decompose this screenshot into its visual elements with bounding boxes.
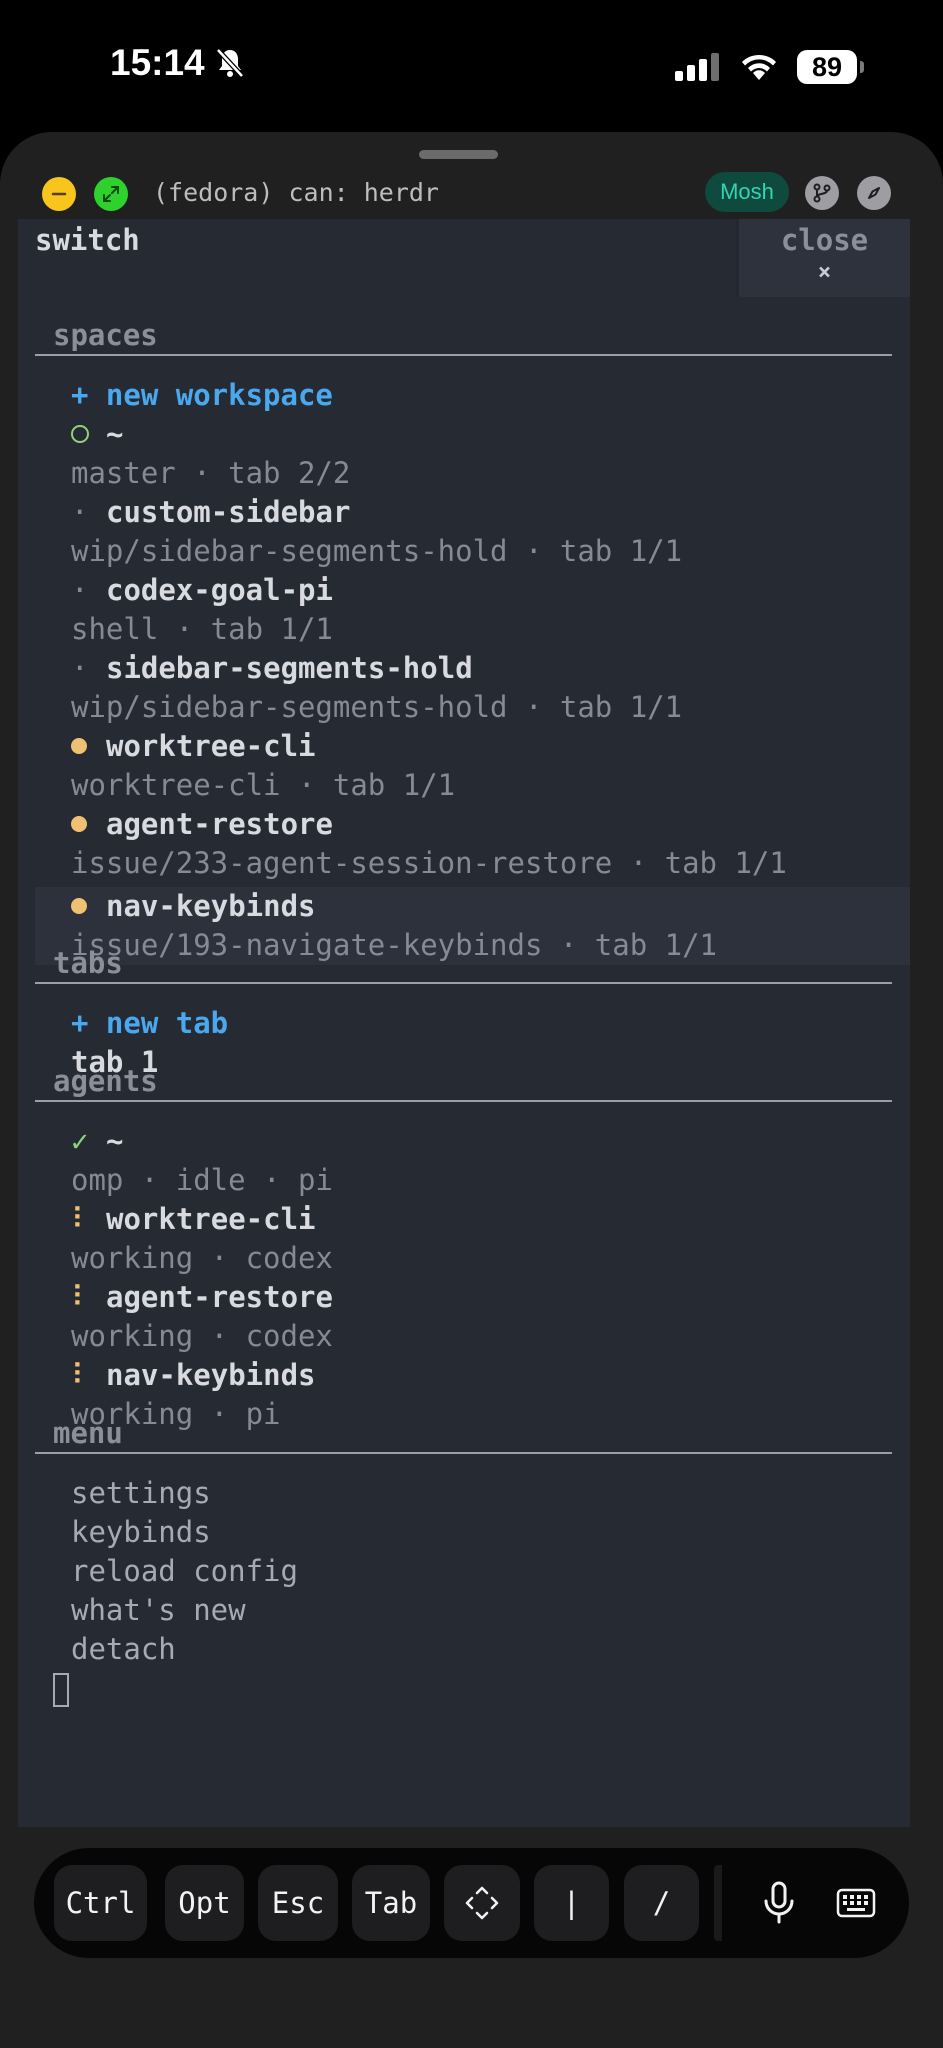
workspace-name: ~ (106, 417, 124, 451)
workspace-item-selected[interactable]: nav-keybinds (36, 887, 910, 926)
close-label: close (780, 223, 869, 257)
agent-item[interactable]: ✓ ~ (36, 1122, 910, 1161)
bell-muted-icon (215, 48, 244, 78)
workspace-name: worktree-cli (106, 729, 316, 763)
workspace-item[interactable]: · codex-goal-pi (36, 571, 910, 610)
agent-detail: working · codex (71, 1241, 333, 1275)
workspace-status-dot-icon: · (71, 651, 89, 685)
new-workspace-button[interactable]: + new workspace (36, 376, 910, 415)
esc-key[interactable]: Esc (258, 1865, 338, 1941)
workspace-item[interactable]: · sidebar-segments-hold (36, 649, 910, 688)
workspace-busy-dot-icon (71, 816, 87, 832)
menu-item-settings[interactable]: settings (36, 1474, 910, 1513)
keyboard-button[interactable] (826, 1873, 886, 1933)
workspace-busy-dot-icon (71, 898, 87, 914)
terminal-view[interactable]: switch close × spaces + new workspace ~ … (18, 219, 910, 1827)
arrows-dpad-icon (465, 1886, 499, 1920)
wifi-icon (742, 54, 776, 80)
spinner-icon: ⠇ (71, 1358, 93, 1392)
microphone-icon (764, 1881, 794, 1924)
compass-icon (868, 187, 880, 199)
battery-level: 89 (811, 51, 843, 82)
workspace-detail: shell · tab 1/1 (71, 612, 333, 646)
workspace-detail: worktree-cli · tab 1/1 (71, 768, 456, 802)
menu-item-whats-new[interactable]: what's new (36, 1591, 910, 1630)
keyboard-icon (836, 1888, 876, 1918)
workspace-detail: master · tab 2/2 (71, 456, 351, 490)
ctrl-key[interactable]: Ctrl (54, 1865, 147, 1941)
tab-key[interactable]: Tab (352, 1865, 430, 1941)
workspace-name: codex-goal-pi (106, 573, 333, 607)
slash-key[interactable]: / (624, 1865, 699, 1941)
minimize-button[interactable] (42, 177, 76, 211)
status-time-text: 15:14 (110, 42, 205, 83)
menu-item-keybinds[interactable]: keybinds (36, 1513, 910, 1552)
switch-title: switch (35, 223, 140, 257)
agent-detail: working · codex (71, 1319, 333, 1353)
workspace-item[interactable]: worktree-cli (36, 727, 910, 766)
workspace-detail: wip/sidebar-segments-hold · tab 1/1 (71, 690, 683, 724)
section-label-spaces: spaces (53, 318, 158, 352)
status-indicators: 89 (675, 50, 864, 84)
section-label-tabs: tabs (53, 946, 123, 980)
close-button[interactable]: close × (736, 219, 910, 297)
workspace-status-dot-icon: · (71, 495, 89, 529)
branch-button[interactable] (805, 176, 839, 210)
section-label-agents: agents (53, 1064, 158, 1098)
agent-item[interactable]: ⠇ agent-restore (36, 1278, 910, 1317)
extra-keys-bar: Ctrl Opt Esc Tab | / (34, 1848, 909, 1958)
section-label-menu: menu (53, 1416, 123, 1450)
close-icon: × (817, 260, 832, 285)
menu-item-reload-config[interactable]: reload config (36, 1552, 910, 1591)
workspace-item[interactable]: · custom-sidebar (36, 493, 910, 532)
section-header-menu: menu (35, 1416, 892, 1454)
expand-button[interactable] (94, 177, 128, 211)
sheet-grabber-handle[interactable] (419, 150, 498, 159)
spinner-icon: ⠇ (71, 1202, 93, 1236)
agent-item[interactable]: ⠇ worktree-cli (36, 1200, 910, 1239)
workspace-detail: issue/233-agent-session-restore · tab 1/… (71, 846, 787, 880)
minus-icon (51, 192, 67, 196)
workspace-name: agent-restore (106, 807, 333, 841)
agent-name: ~ (106, 1124, 124, 1158)
workspace-status-ring-icon (71, 425, 89, 443)
spinner-icon: ⠇ (71, 1280, 93, 1314)
terminal-cursor (53, 1673, 69, 1707)
check-icon: ✓ (71, 1124, 89, 1158)
compass-button[interactable] (857, 176, 891, 210)
workspace-status-dot-icon: · (71, 573, 89, 607)
workspace-busy-dot-icon (71, 738, 87, 754)
arrow-keys-button[interactable] (444, 1865, 520, 1941)
workspace-item[interactable]: agent-restore (36, 805, 910, 844)
agent-item[interactable]: ⠇ nav-keybinds (36, 1356, 910, 1395)
workspace-name: nav-keybinds (106, 889, 316, 923)
section-header-spaces: spaces (35, 318, 892, 356)
mosh-badge: Mosh (705, 172, 789, 212)
agent-detail: omp · idle · pi (71, 1163, 333, 1197)
workspace-item[interactable]: ~ (36, 415, 910, 454)
battery-icon: 89 (797, 50, 864, 84)
git-branch-icon (813, 183, 831, 203)
cellular-signal-icon (675, 53, 719, 81)
agent-name: nav-keybinds (106, 1358, 316, 1392)
status-bar: 15:14 89 (0, 0, 943, 130)
microphone-button[interactable] (749, 1873, 809, 1933)
opt-key[interactable]: Opt (165, 1865, 244, 1941)
menu-item-detach[interactable]: detach (36, 1630, 910, 1669)
section-header-agents: agents (35, 1064, 892, 1102)
session-header: (fedora) can: herdr Mosh (0, 162, 943, 220)
workspace-name: sidebar-segments-hold (106, 651, 473, 685)
agent-name: worktree-cli (106, 1202, 316, 1236)
workspace-name: custom-sidebar (106, 495, 351, 529)
session-title: (fedora) can: herdr (153, 178, 439, 207)
new-tab-button[interactable]: + new tab (36, 1004, 910, 1043)
pipe-key[interactable]: | (534, 1865, 609, 1941)
agent-name: agent-restore (106, 1280, 333, 1314)
section-header-tabs: tabs (35, 946, 892, 984)
more-keys-edge[interactable] (714, 1865, 722, 1941)
expand-arrows-icon (103, 186, 119, 202)
status-time: 15:14 (110, 42, 245, 84)
workspace-detail: wip/sidebar-segments-hold · tab 1/1 (71, 534, 683, 568)
